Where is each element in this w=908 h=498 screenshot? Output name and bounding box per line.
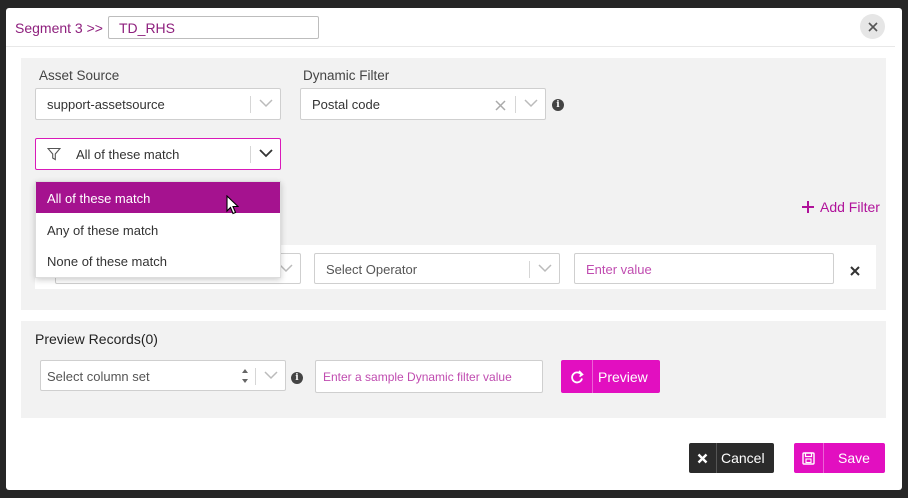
chevron-down-icon [259, 99, 275, 111]
select-separator [250, 146, 251, 163]
select-separator [515, 96, 516, 113]
dynamic-filter-value: Postal code [312, 97, 380, 112]
remove-filter-icon[interactable] [850, 263, 860, 279]
match-option-any[interactable]: Any of these match [36, 214, 280, 245]
add-filter-button[interactable]: Add Filter [802, 199, 880, 215]
operator-select[interactable]: Select Operator [314, 253, 560, 284]
save-icon [794, 443, 824, 473]
save-button-label: Save [838, 450, 870, 466]
match-select[interactable]: All of these match [35, 138, 281, 170]
chevron-down-icon [279, 264, 295, 276]
cancel-button-label: Cancel [721, 450, 765, 466]
save-button[interactable]: Save [794, 443, 885, 473]
close-icon [689, 443, 717, 473]
preview-title: Preview Records(0) [35, 331, 158, 347]
chevron-down-icon [264, 371, 280, 383]
chevron-down-icon [524, 99, 540, 111]
select-separator [250, 96, 251, 113]
asset-source-select[interactable]: support-assetsource [35, 88, 281, 120]
operator-placeholder: Select Operator [326, 262, 418, 277]
preview-button-label: Preview [598, 368, 648, 385]
select-separator [529, 261, 530, 278]
spinner-arrows-icon[interactable] [240, 366, 250, 389]
match-dropdown-menu: All of these match Any of these match No… [35, 181, 281, 278]
filter-icon [46, 147, 62, 164]
header-divider [6, 46, 895, 47]
close-button[interactable] [860, 14, 885, 39]
select-separator [255, 368, 256, 385]
column-set-select[interactable]: Select column set [40, 360, 286, 391]
chevron-down-icon [259, 149, 275, 161]
asset-source-label: Asset Source [39, 68, 120, 83]
close-icon [867, 21, 878, 32]
plus-icon [802, 201, 814, 213]
value-input[interactable]: Enter value [574, 253, 834, 284]
dynamic-filter-select[interactable]: Postal code [300, 88, 546, 120]
chevron-down-icon [538, 264, 554, 276]
cursor-icon [226, 194, 240, 218]
value-placeholder: Enter value [586, 262, 652, 277]
dynamic-filter-label: Dynamic Filter [303, 68, 390, 83]
asset-source-value: support-assetsource [47, 97, 165, 112]
preview-button[interactable]: Preview [561, 360, 660, 393]
match-option-none[interactable]: None of these match [36, 245, 280, 276]
sample-value-input[interactable]: Enter a sample Dynamic filter value [315, 360, 543, 393]
info-icon[interactable]: i [552, 99, 564, 111]
segment-name-input[interactable] [108, 16, 319, 39]
cancel-button[interactable]: Cancel [689, 443, 774, 473]
clear-icon[interactable] [495, 98, 506, 114]
add-filter-label: Add Filter [820, 199, 880, 215]
match-select-value: All of these match [76, 147, 180, 162]
sample-value-placeholder: Enter a sample Dynamic filter value [323, 370, 512, 384]
segment-breadcrumb: Segment 3 >> [15, 20, 103, 36]
match-option-all[interactable]: All of these match [36, 182, 280, 213]
column-set-placeholder: Select column set [47, 369, 150, 384]
refresh-icon [561, 360, 593, 393]
info-icon[interactable]: i [291, 372, 303, 384]
